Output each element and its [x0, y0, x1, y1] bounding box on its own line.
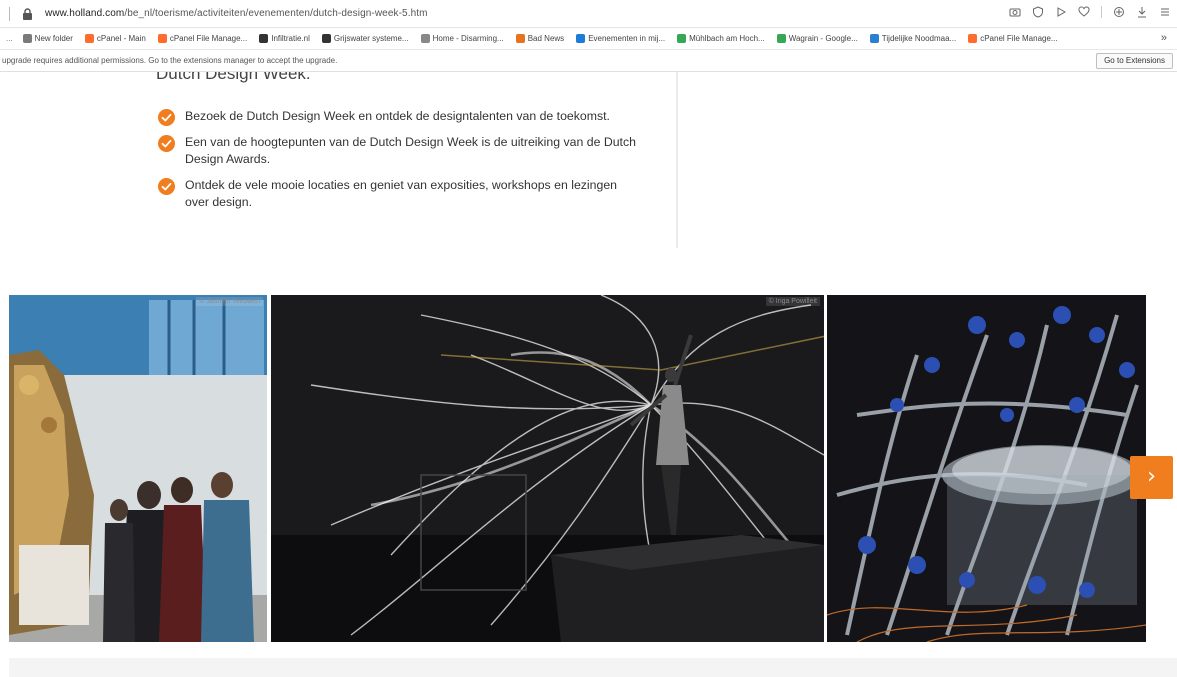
bookmark-icon — [776, 34, 786, 43]
bookmark-item[interactable]: cPanel - Main — [84, 34, 146, 43]
gallery-photo-glass-sculpture[interactable] — [827, 295, 1146, 642]
list-item-text: Een van de hoogtepunten van de Dutch Des… — [185, 135, 636, 166]
bookmark-label: Mühlbach am Hoch... — [689, 34, 765, 43]
download-icon[interactable] — [1136, 6, 1148, 18]
bookmarks-overflow-button[interactable]: » — [1161, 32, 1167, 44]
list-item: Bezoek de Dutch Design Week en ontdek de… — [158, 108, 638, 126]
list-item-text: Bezoek de Dutch Design Week en ontdek de… — [185, 109, 610, 123]
bookmark-item[interactable]: Evenementen in mij... — [576, 34, 665, 43]
camera-icon[interactable] — [1009, 6, 1021, 18]
bookmark-icon — [157, 34, 167, 43]
heart-icon[interactable] — [1078, 6, 1090, 18]
bookmark-icon — [515, 34, 525, 43]
go-to-extensions-button[interactable]: Go to Extensions — [1096, 53, 1173, 69]
gallery-photo-light-installation[interactable]: © Inga Powilleit — [271, 295, 824, 642]
checkmark-icon — [158, 109, 175, 126]
bookmark-icon — [968, 34, 978, 43]
photo-credit: © Jasmijn Teeuwen — [196, 297, 263, 306]
bookmark-item[interactable]: Grijswater systeme... — [321, 34, 409, 43]
bookmark-label: Wagrain - Google... — [788, 34, 858, 43]
shield-icon[interactable] — [1032, 6, 1044, 18]
bookmark-label: cPanel File Manage... — [980, 34, 1058, 43]
bookmark-icon — [22, 34, 32, 43]
bookmark-label: cPanel File Manage... — [169, 34, 248, 43]
bookmark-label: ... — [6, 34, 13, 43]
bookmark-item[interactable]: Mühlbach am Hoch... — [677, 34, 765, 43]
toolbar-icons — [1009, 6, 1171, 18]
address-bar[interactable]: www.holland.com/be_nl/toerisme/activitei… — [0, 0, 1177, 28]
toolbar-separator — [1101, 6, 1102, 18]
checkmark-icon — [158, 135, 175, 152]
bookmark-icon — [576, 34, 586, 43]
bookmark-label: Bad News — [527, 34, 565, 43]
lock-icon[interactable] — [22, 7, 33, 20]
bookmark-label: Tijdelijke Noodmaa... — [881, 34, 957, 43]
bookmark-label: Evenementen in mij... — [588, 34, 666, 43]
content-card: Dutch Design Week. Bezoek de Dutch Desig… — [140, 72, 678, 248]
highlights-list: Bezoek de Dutch Design Week en ontdek de… — [158, 108, 638, 220]
bookmark-label: Grijswater systeme... — [333, 34, 409, 43]
extension-icon[interactable] — [1113, 6, 1125, 18]
bookmark-item[interactable]: Wagrain - Google... — [776, 34, 858, 43]
extension-infobar: upgrade requires additional permissions.… — [0, 50, 1177, 72]
bookmark-icon — [84, 34, 94, 43]
photo-credit: © Inga Powilleit — [765, 297, 820, 306]
bookmark-item[interactable]: Tijdelijke Noodmaa... — [869, 34, 957, 43]
bookmark-label: New folder — [34, 34, 73, 43]
infobar-message: upgrade requires additional permissions.… — [2, 56, 338, 65]
bookmarks-bar: ... New folder cPanel - Main cPanel File Ma… — [0, 28, 1177, 50]
bookmark-label: Home - Disarming... — [432, 34, 504, 43]
toolbar-separator — [9, 6, 10, 21]
bookmark-item[interactable]: Bad News — [515, 34, 565, 43]
menu-icon[interactable] — [1159, 6, 1171, 18]
section-heading: Dutch Design Week. — [156, 72, 311, 83]
bookmark-icon — [869, 34, 879, 43]
bookmark-item[interactable]: New folder — [22, 34, 73, 43]
checkmark-icon — [158, 178, 175, 195]
play-icon[interactable] — [1055, 6, 1067, 18]
list-item: Ontdek de vele mooie locaties en geniet … — [158, 177, 638, 211]
list-item: Een van de hoogtepunten van de Dutch Des… — [158, 134, 638, 168]
bookmark-label: cPanel - Main — [96, 34, 146, 43]
bookmark-item[interactable]: ... — [6, 34, 13, 43]
gallery-photo-museum[interactable]: © Jasmijn Teeuwen — [9, 295, 267, 642]
bookmark-item[interactable]: Home - Disarming... — [420, 34, 504, 43]
page-footer-band — [9, 658, 1177, 677]
list-item-text: Ontdek de vele mooie locaties en geniet … — [185, 178, 618, 209]
bookmark-item[interactable]: cPanel File Manage... — [968, 34, 1058, 43]
bookmark-icon — [420, 34, 430, 43]
bookmark-icon — [677, 34, 687, 43]
url-text[interactable]: www.holland.com/be_nl/toerisme/activitei… — [45, 8, 428, 19]
gallery-next-button[interactable]: › — [1130, 456, 1173, 499]
photo-gallery[interactable]: © Jasmijn Teeuwen © Inga Powilleit — [9, 295, 1146, 642]
bookmark-icon — [259, 34, 269, 43]
bookmark-item[interactable]: cPanel File Manage... — [157, 34, 248, 43]
bookmark-label: Infiltratie.nl — [271, 34, 310, 43]
bookmark-item[interactable]: Infiltratie.nl — [259, 34, 310, 43]
bookmark-icon — [321, 34, 331, 43]
